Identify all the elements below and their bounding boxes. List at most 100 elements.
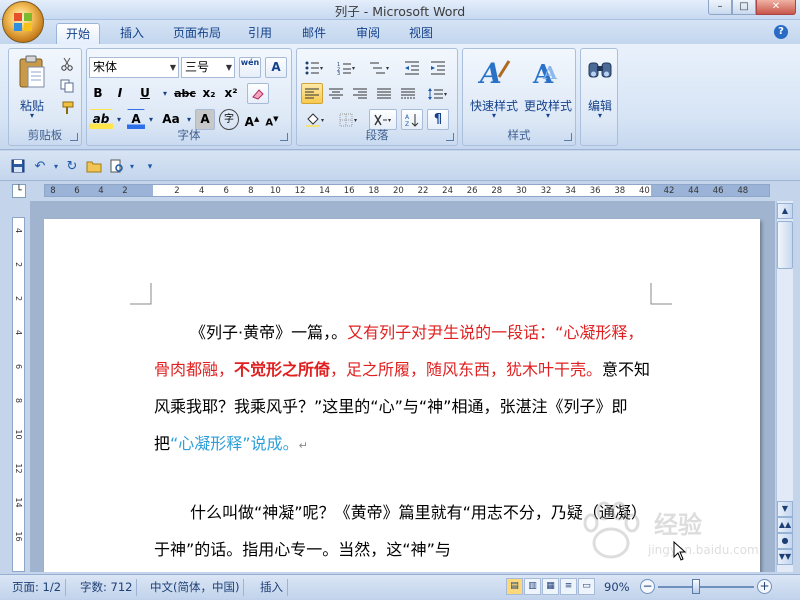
- change-styles-button[interactable]: AA 更改样式 ▾: [521, 53, 575, 125]
- copy-button[interactable]: [57, 75, 77, 96]
- justify-button[interactable]: [373, 83, 395, 104]
- undo-icon[interactable]: ↶: [32, 159, 48, 175]
- underline-dropdown-icon[interactable]: ▾: [161, 83, 169, 104]
- language-status[interactable]: 中文(简体，中国): [146, 579, 245, 596]
- quick-styles-dropdown-icon: ▾: [491, 111, 496, 120]
- zoom-out-button[interactable]: −: [640, 579, 655, 594]
- scroll-thumb[interactable]: [777, 221, 793, 269]
- word-count[interactable]: 字数: 712: [76, 579, 138, 596]
- font-name-dropdown-icon: ▼: [169, 63, 176, 72]
- vertical-ruler-tick-label: 14: [14, 497, 23, 508]
- ruler-tick-label: 36: [589, 186, 601, 196]
- minimize-button[interactable]: –: [708, 0, 732, 15]
- align-left-icon: [305, 88, 319, 99]
- font-name-select[interactable]: 宋体 ▼: [89, 57, 179, 78]
- ruler-tick-label: 4: [198, 186, 205, 196]
- clear-formatting-button[interactable]: [247, 83, 269, 104]
- character-border-button[interactable]: A: [265, 57, 287, 78]
- tab-page-layout[interactable]: 页面布局: [165, 23, 229, 44]
- previous-page-icon[interactable]: ▲▲: [777, 517, 793, 533]
- increase-indent-button[interactable]: [427, 57, 449, 78]
- office-button[interactable]: [2, 1, 44, 43]
- customize-qat-icon[interactable]: ▾: [142, 159, 158, 175]
- line-spacing-button[interactable]: ▾: [423, 83, 453, 104]
- full-screen-reading-icon[interactable]: ▥: [524, 578, 541, 595]
- horizontal-ruler[interactable]: 8 6 4 2 2 4 6 8 10 12 14 16 18 20 22 24 26 28 30 32 34 36 38 40…: [44, 184, 770, 197]
- tab-view[interactable]: 视图: [401, 23, 441, 44]
- print-layout-view-icon[interactable]: ▤: [506, 578, 523, 595]
- font-size-select[interactable]: 三号 ▼: [181, 57, 235, 78]
- print-preview-icon[interactable]: [108, 159, 124, 175]
- vertical-scrollbar[interactable]: ▲ ▼ ▲▲ ● ▼▼: [776, 201, 793, 572]
- vertical-ruler-tick-label: 8: [14, 397, 23, 404]
- cut-button[interactable]: [57, 53, 77, 74]
- distributed-button[interactable]: [397, 83, 419, 104]
- maximize-button[interactable]: □: [732, 0, 756, 15]
- paragraph-1: 《列子·黄帝》一篇，。又有列子对尹生说的一段话：“心凝形释，骨肉都融，不觉形之所…: [154, 314, 654, 464]
- editing-button[interactable]: 编辑 ▾: [582, 53, 618, 139]
- status-bar: 页面: 1/2 字数: 712 中文(简体，中国) 插入 ▤ ▥ ▦ ≡ ▭ 9…: [0, 574, 800, 600]
- tab-home[interactable]: 开始: [56, 23, 100, 44]
- tab-insert[interactable]: 插入: [110, 23, 154, 44]
- superscript-button[interactable]: x²: [221, 83, 241, 104]
- svg-text:▾: ▾: [354, 117, 357, 124]
- zoom-slider-thumb[interactable]: [692, 579, 700, 594]
- tab-review[interactable]: 审阅: [348, 23, 388, 44]
- multilevel-list-icon: ▾: [370, 62, 389, 74]
- close-button[interactable]: ✕: [756, 0, 796, 15]
- zoom-level[interactable]: 90%: [604, 579, 630, 596]
- align-center-button[interactable]: [325, 83, 347, 104]
- bullets-button[interactable]: ▾: [301, 57, 329, 78]
- mouse-pointer-icon: [673, 541, 687, 561]
- phonetic-guide-button[interactable]: wén: [239, 57, 261, 78]
- print-dropdown-icon[interactable]: ▾: [124, 159, 140, 175]
- tab-selector-icon[interactable]: └: [12, 184, 26, 198]
- browse-object-icon[interactable]: ●: [777, 533, 793, 549]
- redo-icon[interactable]: ↻: [64, 159, 80, 175]
- editing-group: 编辑 ▾: [580, 48, 618, 146]
- quick-styles-button[interactable]: A 快速样式 ▾: [467, 53, 521, 125]
- vertical-ruler[interactable]: 4 2 2 4 6 8 10 12 14 16: [12, 217, 25, 572]
- document-page[interactable]: 《列子·黄帝》一篇，。又有列子对尹生说的一段话：“心凝形释，骨肉都融，不觉形之所…: [44, 219, 760, 572]
- strikethrough-button[interactable]: abc: [173, 83, 197, 104]
- align-left-button[interactable]: [301, 83, 323, 104]
- web-layout-icon[interactable]: ▦: [542, 578, 559, 595]
- scroll-up-icon[interactable]: ▲: [777, 203, 793, 219]
- decrease-indent-button[interactable]: [401, 57, 423, 78]
- subscript-button[interactable]: x₂: [199, 83, 219, 104]
- ruler-tick-label: 14: [319, 186, 331, 196]
- bold-button[interactable]: B: [89, 83, 107, 104]
- ruler-tick-label: 8: [248, 186, 254, 196]
- draft-view-icon[interactable]: ▭: [578, 578, 595, 595]
- paste-button[interactable]: 粘贴 ▾: [13, 53, 51, 120]
- undo-dropdown-icon[interactable]: ▾: [48, 159, 64, 175]
- paragraph-launcher-icon[interactable]: [446, 133, 454, 141]
- clipboard-launcher-icon[interactable]: [70, 133, 78, 141]
- help-icon[interactable]: ?: [774, 25, 788, 39]
- underline-button[interactable]: U: [133, 83, 157, 104]
- save-icon[interactable]: [10, 159, 26, 175]
- paragraph-group: ▾ 1 2 3 ▾ ▾ ▾ ▾ ▾ ▾ A Z ¶ 段落: [296, 48, 458, 146]
- tab-references[interactable]: 引用: [240, 23, 280, 44]
- zoom-in-button[interactable]: +: [757, 579, 772, 594]
- borders-icon: ▾: [339, 113, 357, 127]
- open-folder-icon[interactable]: [86, 159, 102, 175]
- scroll-down-icon[interactable]: ▼: [777, 501, 793, 517]
- multilevel-list-button[interactable]: ▾: [365, 57, 395, 78]
- tab-mailings[interactable]: 邮件: [294, 23, 334, 44]
- italic-button[interactable]: I: [111, 83, 129, 104]
- format-painter-button[interactable]: [57, 97, 77, 118]
- outline-view-icon[interactable]: ≡: [560, 578, 577, 595]
- next-page-icon[interactable]: ▼▼: [777, 549, 793, 565]
- align-right-button[interactable]: [349, 83, 371, 104]
- pilcrow-icon: ¶: [433, 112, 443, 127]
- eraser-icon: [252, 89, 264, 100]
- styles-launcher-icon[interactable]: [564, 133, 572, 141]
- numbering-button[interactable]: 1 2 3 ▾: [333, 57, 361, 78]
- page-count[interactable]: 页面: 1/2: [8, 579, 67, 596]
- ruler-tick-label: 12: [294, 186, 306, 196]
- zoom-slider-track[interactable]: [658, 586, 754, 588]
- font-launcher-icon[interactable]: [280, 133, 288, 141]
- quick-access-toolbar: ↶ ▾ ↻ ▾ ▾: [0, 151, 800, 181]
- insert-mode-status[interactable]: 插入: [256, 579, 288, 596]
